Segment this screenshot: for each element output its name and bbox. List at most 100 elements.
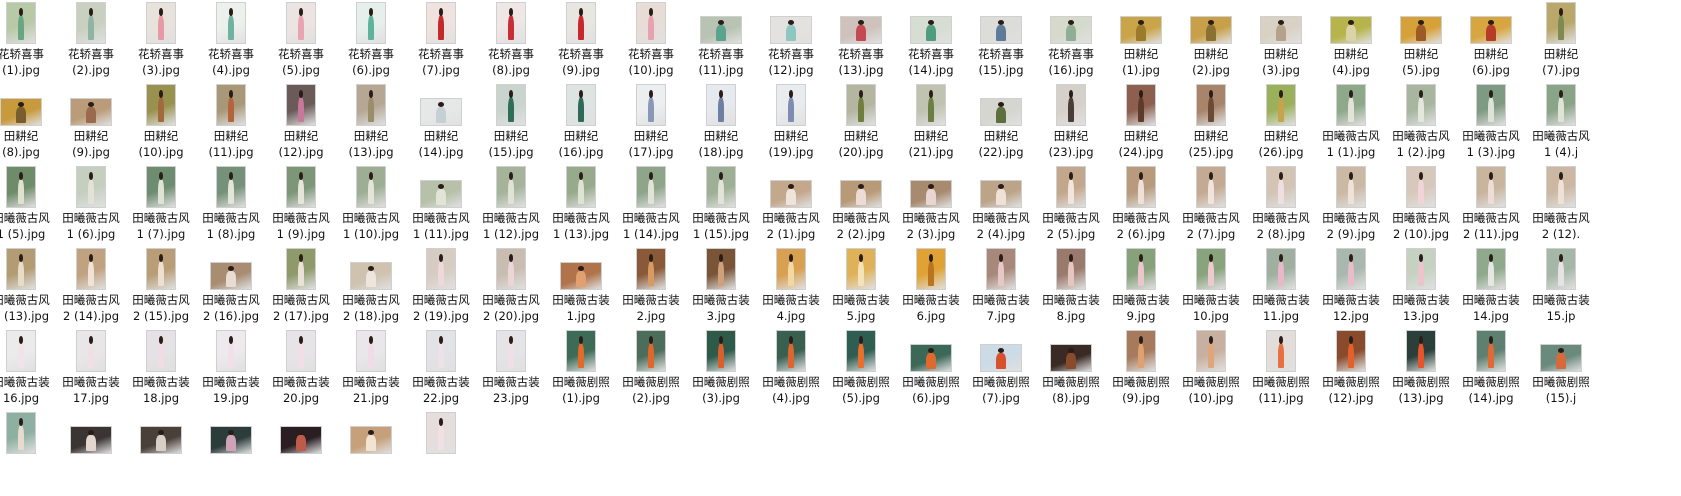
- file-item[interactable]: 田曦薇剧照 (7).jpg: [968, 328, 1034, 414]
- file-item[interactable]: 田耕纪 (3).jpg: [1248, 0, 1314, 86]
- file-item[interactable]: 花轿喜事 (1).jpg: [0, 0, 54, 86]
- file-item[interactable]: 田曦薇古风 2 (6).jpg: [1108, 164, 1174, 250]
- file-item[interactable]: 田曦薇古风 2 (16).jpg: [198, 246, 264, 332]
- file-item[interactable]: 田曦薇剧照 (8).jpg: [1038, 328, 1104, 414]
- file-item[interactable]: 田耕纪 (1).jpg: [1108, 0, 1174, 86]
- file-item[interactable]: 田耕纪 (6).jpg: [1458, 0, 1524, 86]
- file-item[interactable]: 田曦薇剧照 (3).jpg: [688, 328, 754, 414]
- file-item[interactable]: 田曦薇剧照 (9).jpg: [1108, 328, 1174, 414]
- file-item[interactable]: 田曦薇古装 8.jpg: [1038, 246, 1104, 332]
- file-item[interactable]: 田曦薇古装 20.jpg: [268, 328, 334, 414]
- file-item[interactable]: 田曦薇古风 1 (6).jpg: [58, 164, 124, 250]
- file-item[interactable]: 花轿喜事 (11).jpg: [688, 0, 754, 86]
- file-item[interactable]: 田耕纪 (11).jpg: [198, 82, 264, 168]
- file-item[interactable]: 田耕纪 (21).jpg: [898, 82, 964, 168]
- file-item[interactable]: 田曦薇古风 1 (11).jpg: [408, 164, 474, 250]
- file-item[interactable]: 田耕纪 (23).jpg: [1038, 82, 1104, 168]
- file-item[interactable]: 田曦薇古装 14.jpg: [1458, 246, 1524, 332]
- file-item[interactable]: 花轿喜事 (10).jpg: [618, 0, 684, 86]
- file-item[interactable]: 花轿喜事 (12).jpg: [758, 0, 824, 86]
- file-item[interactable]: 田曦薇古装 23.jpg: [478, 328, 544, 414]
- file-item[interactable]: 田曦薇剧照 (5).jpg: [828, 328, 894, 414]
- file-item[interactable]: 田曦薇古风 1 (9).jpg: [268, 164, 334, 250]
- file-item[interactable]: 田耕纪 (26).jpg: [1248, 82, 1314, 168]
- file-item[interactable]: 田曦薇古装 5.jpg: [828, 246, 894, 332]
- file-item[interactable]: 田耕纪 (16).jpg: [548, 82, 614, 168]
- file-item[interactable]: 田曦薇古装 10.jpg: [1178, 246, 1244, 332]
- file-item[interactable]: 花轿喜事 (14).jpg: [898, 0, 964, 86]
- file-item[interactable]: 田耕纪 (24).jpg: [1108, 82, 1174, 168]
- file-item[interactable]: 田曦薇古风 1 (5).jpg: [0, 164, 54, 250]
- file-item[interactable]: 田曦薇古风 1 (15).jpg: [688, 164, 754, 250]
- file-item[interactable]: 田曦薇古风 1 (8).jpg: [198, 164, 264, 250]
- file-item[interactable]: 田曦薇古风 2 (15).jpg: [128, 246, 194, 332]
- file-item[interactable]: 田曦薇古风 2 (18).jpg: [338, 246, 404, 332]
- file-item[interactable]: 花轿喜事 (9).jpg: [548, 0, 614, 86]
- file-item[interactable]: 田曦薇古风 2 (4).jpg: [968, 164, 1034, 250]
- file-item[interactable]: 田曦薇古装 22.jpg: [408, 328, 474, 414]
- file-item[interactable]: 田耕纪 (8).jpg: [0, 82, 54, 168]
- file-item[interactable]: 田曦薇古风 2 (3).jpg: [898, 164, 964, 250]
- file-item[interactable]: 田耕纪 (9).jpg: [58, 82, 124, 168]
- file-item[interactable]: 田曦薇古装 17.jpg: [58, 328, 124, 414]
- file-item[interactable]: 田耕纪 (5).jpg: [1388, 0, 1454, 86]
- file-item[interactable]: 田曦薇古风 2 (17).jpg: [268, 246, 334, 332]
- file-item[interactable]: 田曦薇剧照 (14).jpg: [1458, 328, 1524, 414]
- file-item[interactable]: 田耕纪 (15).jpg: [478, 82, 544, 168]
- file-item[interactable]: 田曦薇古风 2 (14).jpg: [58, 246, 124, 332]
- file-item[interactable]: 田曦薇古风 2 (2).jpg: [828, 164, 894, 250]
- file-item[interactable]: 田曦薇古装 15.jp: [1528, 246, 1594, 332]
- file-item[interactable]: 花轿喜事 (2).jpg: [58, 0, 124, 86]
- file-item[interactable]: 田曦薇古风 2 (8).jpg: [1248, 164, 1314, 250]
- file-item[interactable]: 田曦薇古风 1 (13).jpg: [548, 164, 614, 250]
- file-item[interactable]: 田曦薇古装 19.jpg: [198, 328, 264, 414]
- file-item[interactable]: 田曦薇古装 18.jpg: [128, 328, 194, 414]
- file-item[interactable]: 田耕纪 (13).jpg: [338, 82, 404, 168]
- file-item[interactable]: 田曦薇古装 6.jpg: [898, 246, 964, 332]
- file-item[interactable]: 花轿喜事 (8).jpg: [478, 0, 544, 86]
- file-item[interactable]: 田曦薇古风 2 (5).jpg: [1038, 164, 1104, 250]
- file-item[interactable]: 田曦薇古风 2 (10).jpg: [1388, 164, 1454, 250]
- file-item[interactable]: 田曦薇古风 2 (1).jpg: [758, 164, 824, 250]
- file-item[interactable]: 田耕纪 (2).jpg: [1178, 0, 1244, 86]
- file-item[interactable]: 田曦薇古风 1 (4).j: [1528, 82, 1594, 168]
- file-item[interactable]: 田曦薇古装 9.jpg: [1108, 246, 1174, 332]
- file-item[interactable]: 田耕纪 (10).jpg: [128, 82, 194, 168]
- file-item[interactable]: 田曦薇古装 1.jpg: [548, 246, 614, 332]
- file-item[interactable]: 田耕纪 (14).jpg: [408, 82, 474, 168]
- file-item[interactable]: 田曦薇剧照 (15).j: [1528, 328, 1594, 414]
- file-item[interactable]: 田曦薇古装 2.jpg: [618, 246, 684, 332]
- file-item[interactable]: 田曦薇剧照 (12).jpg: [1318, 328, 1384, 414]
- file-item[interactable]: 花轿喜事 (3).jpg: [128, 0, 194, 86]
- file-item[interactable]: [198, 410, 264, 496]
- file-item[interactable]: [338, 410, 404, 496]
- file-item[interactable]: 田曦薇古风 2 (13).jpg: [0, 246, 54, 332]
- file-item[interactable]: [408, 410, 474, 496]
- file-item[interactable]: 田曦薇古风 2 (20).jpg: [478, 246, 544, 332]
- file-item[interactable]: 田曦薇古风 2 (12).: [1528, 164, 1594, 250]
- file-item[interactable]: 田曦薇古风 1 (10).jpg: [338, 164, 404, 250]
- file-item[interactable]: 田曦薇古装 11.jpg: [1248, 246, 1314, 332]
- file-item[interactable]: 田耕纪 (20).jpg: [828, 82, 894, 168]
- file-item[interactable]: 田曦薇古风 1 (14).jpg: [618, 164, 684, 250]
- file-item[interactable]: 田耕纪 (7).jpg: [1528, 0, 1594, 86]
- file-item[interactable]: 田曦薇古风 2 (11).jpg: [1458, 164, 1524, 250]
- file-item[interactable]: 花轿喜事 (7).jpg: [408, 0, 474, 86]
- file-item[interactable]: 田曦薇古风 1 (1).jpg: [1318, 82, 1384, 168]
- file-item[interactable]: 田曦薇古装 7.jpg: [968, 246, 1034, 332]
- file-item[interactable]: 田耕纪 (25).jpg: [1178, 82, 1244, 168]
- file-item[interactable]: 田曦薇古风 1 (2).jpg: [1388, 82, 1454, 168]
- file-item[interactable]: 花轿喜事 (6).jpg: [338, 0, 404, 86]
- file-item[interactable]: 田曦薇剧照 (1).jpg: [548, 328, 614, 414]
- file-item[interactable]: 田曦薇剧照 (10).jpg: [1178, 328, 1244, 414]
- file-item[interactable]: 花轿喜事 (15).jpg: [968, 0, 1034, 86]
- file-item[interactable]: 田曦薇古装 4.jpg: [758, 246, 824, 332]
- file-item[interactable]: 田耕纪 (17).jpg: [618, 82, 684, 168]
- file-item[interactable]: 田曦薇古风 2 (9).jpg: [1318, 164, 1384, 250]
- file-item[interactable]: 田曦薇古风 1 (7).jpg: [128, 164, 194, 250]
- file-item[interactable]: 田曦薇古装 21.jpg: [338, 328, 404, 414]
- file-item[interactable]: 田耕纪 (4).jpg: [1318, 0, 1384, 86]
- file-item[interactable]: 田曦薇古风 2 (19).jpg: [408, 246, 474, 332]
- file-item[interactable]: 田曦薇剧照 (11).jpg: [1248, 328, 1314, 414]
- file-item[interactable]: 田耕纪 (22).jpg: [968, 82, 1034, 168]
